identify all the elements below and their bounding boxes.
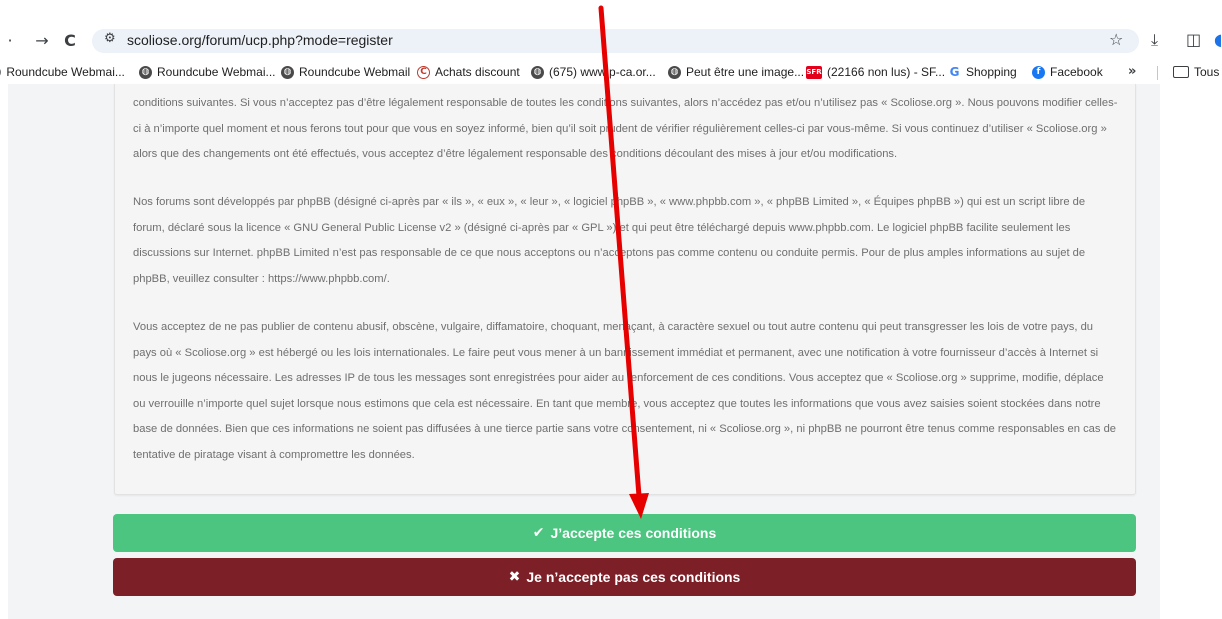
bookmark-label: (675) www.p-ca.or...: [549, 65, 656, 79]
terms-paragraph-1: conditions suivantes. Si vous n’acceptez…: [133, 97, 1118, 161]
decline-terms-button[interactable]: ✖ Je n’accepte pas ces conditions: [113, 558, 1136, 596]
globe-icon: ◍: [668, 65, 681, 79]
globe-icon: ◍: [139, 65, 152, 79]
bookmark-achats[interactable]: C Achats discount: [417, 65, 520, 79]
terms-paragraph-2: Nos forums sont développés par phpBB (dé…: [133, 196, 1086, 285]
cross-icon: ✖: [508, 569, 521, 585]
bookmark-pca[interactable]: ◍ (675) www.p-ca.or...: [531, 65, 656, 79]
url-text[interactable]: scoliose.org/forum/ucp.php?mode=register: [127, 32, 393, 48]
bookmark-label: Facebook: [1050, 65, 1103, 79]
folder-icon: [1173, 66, 1189, 78]
decline-terms-label: Je n’accepte pas ces conditions: [526, 569, 741, 585]
globe-icon: ): [0, 67, 1, 78]
bookmark-label: Peut être une image...: [686, 65, 805, 79]
globe-icon: ◍: [531, 65, 544, 79]
bookmark-all-folder[interactable]: Tous: [1173, 65, 1219, 79]
google-icon: G: [948, 65, 961, 79]
sfr-icon: SFR: [806, 65, 822, 79]
bookmarks-bar: ) Roundcube Webmai... ◍ Roundcube Webmai…: [0, 62, 1222, 84]
site-info-icon[interactable]: ⚙: [104, 31, 116, 46]
globe-icon: ◍: [281, 65, 294, 79]
facebook-icon: f: [1032, 65, 1045, 79]
more-bookmarks-icon[interactable]: »: [1128, 64, 1136, 79]
bookmark-label: Achats discount: [435, 65, 520, 79]
c-logo-icon: C: [417, 65, 430, 79]
profile-icon[interactable]: ◖: [1214, 30, 1222, 49]
download-icon[interactable]: ⤓: [1151, 30, 1158, 50]
side-panel-icon[interactable]: ◫: [1186, 30, 1201, 49]
bookmarks-divider: [1157, 66, 1158, 80]
bookmark-image[interactable]: ◍ Peut être une image...: [668, 65, 804, 79]
checkmark-icon: ✔: [532, 525, 545, 541]
bookmark-roundcube-3[interactable]: ◍ Roundcube Webmail: [281, 65, 410, 79]
browser-chrome: · → C ⚙ scoliose.org/forum/ucp.php?mode=…: [0, 0, 1222, 62]
terms-paragraph-3: Vous acceptez de ne pas publier de conte…: [133, 321, 1117, 461]
address-bar-row: ⚙ scoliose.org/forum/ucp.php?mode=regist…: [0, 29, 1222, 53]
bookmark-label: Roundcube Webmai...: [6, 65, 125, 79]
bookmark-roundcube-1[interactable]: ) Roundcube Webmai...: [0, 65, 125, 79]
bookmark-sfr[interactable]: SFR (22166 non lus) - SF...: [806, 65, 945, 79]
bookmark-label: (22166 non lus) - SF...: [827, 65, 946, 79]
bookmark-roundcube-2[interactable]: ◍ Roundcube Webmai...: [139, 65, 276, 79]
bookmark-label: Tous: [1194, 65, 1220, 79]
bookmark-label: Roundcube Webmail: [299, 65, 411, 79]
bookmark-shopping[interactable]: G Shopping: [948, 65, 1017, 79]
bookmark-label: Shopping: [966, 65, 1017, 79]
bookmark-label: Roundcube Webmai...: [157, 65, 276, 79]
bookmark-facebook[interactable]: f Facebook: [1032, 65, 1103, 79]
accept-terms-label: J’accepte ces conditions: [550, 525, 717, 541]
bookmark-star-icon[interactable]: ☆: [1109, 30, 1123, 49]
accept-terms-button[interactable]: ✔ J’accepte ces conditions: [113, 514, 1136, 552]
